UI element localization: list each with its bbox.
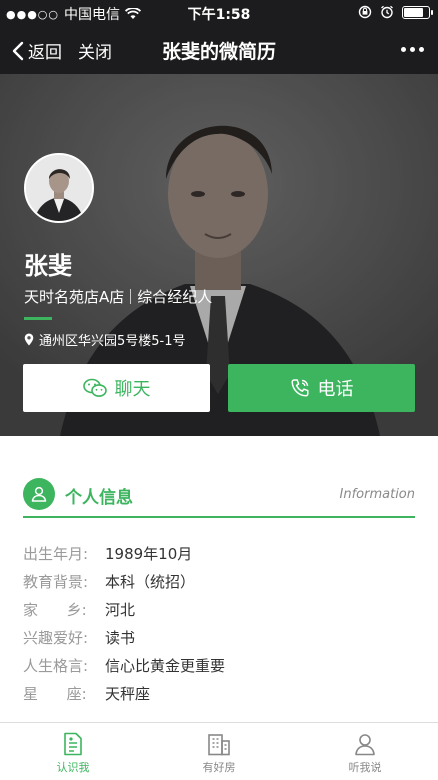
info-label: 人生格言: bbox=[23, 656, 89, 675]
role-divider bbox=[130, 289, 132, 304]
info-label: 出生年月: bbox=[23, 544, 89, 563]
info-value: 信心比黄金更重要 bbox=[105, 656, 226, 675]
status-right bbox=[358, 5, 433, 19]
back-button[interactable]: 返回 bbox=[12, 38, 62, 63]
info-value: 河北 bbox=[105, 600, 136, 619]
section-title: 个人信息 bbox=[65, 488, 133, 508]
building-icon bbox=[208, 734, 230, 756]
info-card: 个人信息 Information 出生年月: 1989年10月 教育背景: 本科… bbox=[0, 436, 438, 722]
info-row-zodiac: 星 座: 天秤座 bbox=[23, 679, 415, 707]
more-dot-icon bbox=[410, 47, 415, 52]
tab-listings[interactable]: 有好房 bbox=[146, 723, 292, 780]
info-label: 星 座: bbox=[23, 684, 87, 703]
info-row-birth: 出生年月: 1989年10月 bbox=[23, 539, 415, 567]
agent-role: 天时名苑店A店 综合经纪人 bbox=[24, 286, 212, 307]
info-row-hometown: 家 乡: 河北 bbox=[23, 595, 415, 623]
info-value: 1989年10月 bbox=[105, 544, 193, 563]
tab-bar: 认识我 有好房 听我说 bbox=[0, 722, 438, 780]
address-text: 通州区华兴园5号楼5-1号 bbox=[39, 334, 186, 349]
info-label: 家 乡: bbox=[23, 600, 87, 619]
agent-address: 通州区华兴园5号楼5-1号 bbox=[24, 330, 186, 349]
back-label: 返回 bbox=[28, 43, 62, 63]
info-label: 教育背景: bbox=[23, 572, 89, 591]
agent-name: 张斐 bbox=[24, 252, 72, 280]
tab-label: 认识我 bbox=[56, 761, 90, 774]
tab-listen[interactable]: 听我说 bbox=[292, 723, 438, 780]
info-row-motto: 人生格言: 信心比黄金更重要 bbox=[23, 651, 415, 679]
call-button[interactable]: 电话 bbox=[228, 364, 415, 412]
more-button[interactable] bbox=[401, 47, 424, 52]
nav-bar: 返回 关闭 张斐的微简历 bbox=[0, 26, 438, 74]
phone-icon bbox=[290, 379, 309, 397]
battery-icon bbox=[402, 5, 433, 19]
info-row-education: 教育背景: 本科（统招） bbox=[23, 567, 415, 595]
tab-label: 有好房 bbox=[202, 761, 236, 774]
user-icon bbox=[355, 734, 375, 756]
document-icon bbox=[64, 732, 82, 756]
rotation-lock-icon bbox=[358, 5, 372, 19]
profile-hero: 张斐 天时名苑店A店 综合经纪人 通州区华兴园5号楼5-1号 聊天 电话 bbox=[0, 74, 438, 436]
more-dot-icon bbox=[419, 47, 424, 52]
status-bar: ●●●○○ 中国电信 下午1:58 bbox=[0, 0, 438, 26]
alarm-icon bbox=[381, 5, 393, 19]
position-title: 综合经纪人 bbox=[137, 288, 213, 306]
chat-label: 聊天 bbox=[114, 379, 151, 400]
page-title: 张斐的微简历 bbox=[161, 41, 276, 63]
avatar-image bbox=[26, 155, 92, 221]
wechat-icon bbox=[82, 378, 107, 397]
location-pin-icon bbox=[24, 333, 34, 346]
info-list: 出生年月: 1989年10月 教育背景: 本科（统招） 家 乡: 河北 兴趣爱好… bbox=[23, 539, 415, 707]
chat-button[interactable]: 聊天 bbox=[23, 364, 210, 412]
person-icon bbox=[23, 478, 55, 510]
section-subtitle: Information bbox=[339, 487, 415, 502]
info-value: 本科（统招） bbox=[105, 572, 196, 591]
section-header: 个人信息 Information bbox=[23, 478, 415, 518]
close-button[interactable]: 关闭 bbox=[78, 38, 112, 63]
chevron-left-icon bbox=[12, 41, 24, 60]
more-dot-icon bbox=[401, 47, 406, 52]
info-label: 兴趣爱好: bbox=[23, 628, 89, 647]
tab-about-me[interactable]: 认识我 bbox=[0, 723, 146, 780]
battery-fill bbox=[404, 7, 424, 17]
tab-label: 听我说 bbox=[348, 761, 382, 774]
call-label: 电话 bbox=[317, 379, 354, 400]
info-row-hobby: 兴趣爱好: 读书 bbox=[23, 623, 415, 651]
avatar bbox=[24, 153, 94, 223]
store-name: 天时名苑店A店 bbox=[24, 288, 125, 306]
info-value: 天秤座 bbox=[105, 684, 151, 703]
accent-divider bbox=[24, 317, 52, 320]
info-value: 读书 bbox=[105, 628, 136, 647]
